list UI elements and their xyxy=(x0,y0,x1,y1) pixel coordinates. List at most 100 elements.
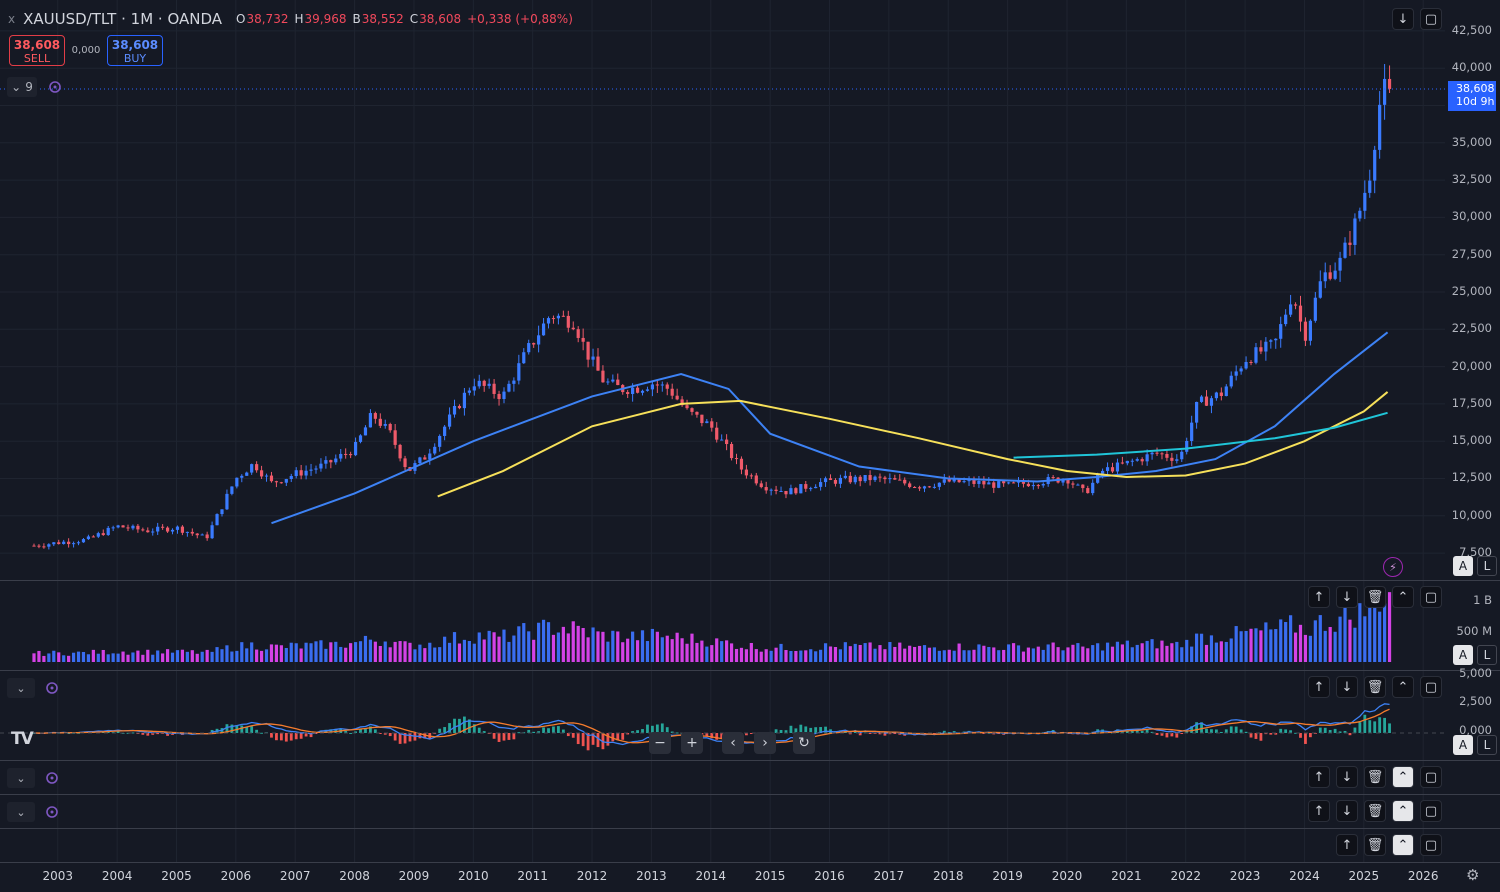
macd-histogram-bar xyxy=(1279,728,1283,733)
tradingview-logo[interactable]: TV xyxy=(11,729,34,749)
lightning-icon[interactable]: ⚡ xyxy=(1383,557,1403,577)
macd-histogram-bar xyxy=(245,727,249,733)
pane-separator[interactable] xyxy=(0,794,1500,795)
auto-scale-button[interactable]: A xyxy=(1453,735,1473,755)
candle-body xyxy=(210,525,214,539)
sync-icon[interactable] xyxy=(45,681,59,695)
pane-separator[interactable] xyxy=(0,862,1500,863)
last-price-label: 38,608 10d 9h xyxy=(1448,81,1496,111)
candle-body xyxy=(635,387,640,393)
candle-body xyxy=(136,525,140,530)
collapse-pane-icon[interactable]: ⌃ xyxy=(1392,676,1414,698)
close-value: 38,608 xyxy=(419,12,462,26)
candle-body xyxy=(472,386,476,391)
volume-bar xyxy=(1264,622,1268,662)
delete-pane-icon[interactable]: 🗑 xyxy=(1364,676,1386,698)
settings-gear-icon[interactable]: ⚙ xyxy=(1466,866,1479,884)
macd-histogram-bar xyxy=(1383,717,1387,733)
candle-body xyxy=(690,408,694,412)
move-pane-up-icon[interactable]: ↑ xyxy=(1308,586,1330,608)
pane-separator[interactable] xyxy=(0,670,1500,671)
delete-pane-icon[interactable]: 🗑 xyxy=(1364,800,1386,822)
scroll-right-icon[interactable]: › xyxy=(754,732,776,754)
volume-bar xyxy=(1007,644,1011,662)
zoom-out-icon[interactable]: − xyxy=(649,732,671,754)
sync-icon[interactable] xyxy=(48,80,62,94)
maximize-pane-icon[interactable]: ▢ xyxy=(1420,676,1442,698)
candle-body xyxy=(230,486,234,494)
volume-bar xyxy=(601,631,605,662)
buy-button[interactable]: 38,608 BUY xyxy=(107,35,163,66)
macd-histogram-bar xyxy=(552,726,555,733)
auto-scale-button[interactable]: A xyxy=(1453,556,1473,576)
move-pane-down-icon[interactable]: ↓ xyxy=(1336,800,1358,822)
candle-body xyxy=(1091,482,1095,494)
sell-button[interactable]: 38,608 SELL xyxy=(9,35,65,66)
macd-histogram-bar xyxy=(1155,733,1159,735)
maximize-icon[interactable]: ▢ xyxy=(1420,8,1442,30)
log-scale-button[interactable]: L xyxy=(1477,645,1497,665)
volume-bar xyxy=(1269,629,1273,662)
collapse-pane-icon[interactable]: ⌃ xyxy=(1392,586,1414,608)
zoom-in-icon[interactable]: + xyxy=(681,732,703,754)
volume-bar xyxy=(175,650,180,662)
arrow-down-icon[interactable]: ↓ xyxy=(1392,8,1414,30)
scroll-left-icon[interactable]: ‹ xyxy=(722,732,744,754)
maximize-pane-icon[interactable]: ▢ xyxy=(1420,586,1442,608)
sync-icon[interactable] xyxy=(45,771,59,785)
candle-body xyxy=(1066,479,1070,484)
maximize-pane-icon[interactable]: ▢ xyxy=(1420,834,1442,856)
delete-pane-icon[interactable]: 🗑 xyxy=(1364,834,1386,856)
volume-bar xyxy=(1363,616,1367,662)
expand-pane-icon[interactable]: ⌃ xyxy=(1392,800,1414,822)
pane-separator[interactable] xyxy=(0,760,1500,761)
candle-body xyxy=(121,525,125,528)
candle-body xyxy=(823,478,828,483)
candle-body xyxy=(398,444,402,459)
candle-body xyxy=(235,477,239,487)
move-pane-down-icon[interactable]: ↓ xyxy=(1336,766,1358,788)
move-pane-up-icon[interactable]: ↑ xyxy=(1308,676,1330,698)
macd-histogram-bar xyxy=(388,733,392,737)
log-scale-button[interactable]: L xyxy=(1477,735,1497,755)
pane-collapse-toggle[interactable]: ⌄ xyxy=(7,802,35,822)
candle-body xyxy=(551,318,556,320)
candle-body xyxy=(868,475,872,481)
move-pane-up-icon[interactable]: ↑ xyxy=(1336,834,1358,856)
sync-icon[interactable] xyxy=(45,805,59,819)
candle-body xyxy=(695,411,699,415)
move-pane-up-icon[interactable]: ↑ xyxy=(1308,800,1330,822)
expand-pane-icon[interactable]: ⌃ xyxy=(1392,766,1414,788)
maximize-pane-icon[interactable]: ▢ xyxy=(1420,766,1442,788)
candle-body xyxy=(1284,314,1288,325)
delete-pane-icon[interactable]: 🗑 xyxy=(1364,766,1386,788)
symbol-title[interactable]: XAUUSD/TLT · 1M · OANDA xyxy=(23,10,222,28)
pane-separator[interactable] xyxy=(0,828,1500,829)
maximize-pane-icon[interactable]: ▢ xyxy=(1420,800,1442,822)
pane-collapse-toggle[interactable]: ⌄ xyxy=(7,678,35,698)
pane-separator[interactable] xyxy=(0,580,1500,581)
candle-body xyxy=(764,487,768,491)
move-pane-up-icon[interactable]: ↑ xyxy=(1308,766,1330,788)
remove-symbol-icon[interactable]: x xyxy=(8,12,15,26)
delete-pane-icon[interactable]: 🗑 xyxy=(1364,586,1386,608)
volume-bar xyxy=(324,648,328,662)
candle-body xyxy=(363,427,368,436)
candle-body xyxy=(319,463,323,469)
expand-pane-icon[interactable]: ⌃ xyxy=(1392,834,1414,856)
candle-body xyxy=(942,479,946,483)
move-pane-down-icon[interactable]: ↓ xyxy=(1336,586,1358,608)
volume-bar xyxy=(269,644,274,662)
indicators-toggle-button[interactable]: ⌄ 9 xyxy=(7,77,37,97)
chart-canvas[interactable] xyxy=(0,0,1500,892)
move-pane-down-icon[interactable]: ↓ xyxy=(1336,676,1358,698)
log-scale-button[interactable]: L xyxy=(1477,556,1497,576)
volume-bar xyxy=(774,647,778,662)
pane-collapse-toggle[interactable]: ⌄ xyxy=(7,768,35,788)
candle-body xyxy=(32,545,36,547)
candle-body xyxy=(1387,78,1392,89)
reset-chart-icon[interactable]: ↻ xyxy=(793,732,815,754)
auto-scale-button[interactable]: A xyxy=(1453,645,1473,665)
volume-bar xyxy=(106,654,110,662)
volume-bar xyxy=(1145,640,1149,662)
